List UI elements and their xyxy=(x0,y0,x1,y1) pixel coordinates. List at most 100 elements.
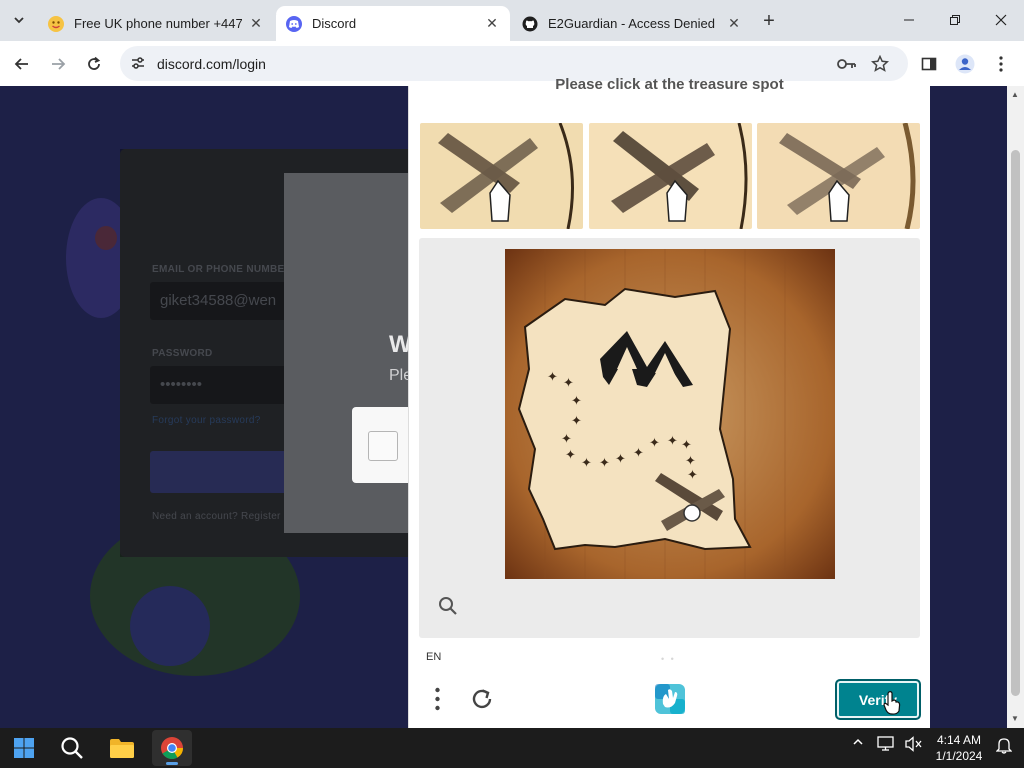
svg-text:✦: ✦ xyxy=(649,436,660,451)
scroll-up-icon[interactable]: ▲ xyxy=(1011,90,1019,99)
chevron-down-icon xyxy=(14,17,24,24)
clock-date: 1/1/2024 xyxy=(935,749,983,763)
tab-strip: Free UK phone number +4478 ✕ Discord ✕ E… xyxy=(0,0,1024,41)
page-scrollbar[interactable]: ▲ ▼ xyxy=(1007,86,1024,728)
password-key-icon[interactable] xyxy=(836,53,858,75)
more-vert-icon xyxy=(999,56,1003,72)
url-text: discord.com/login xyxy=(157,56,266,72)
taskbar: 4:14 AM 1/1/2024 xyxy=(0,728,1024,768)
browser-menu-button[interactable] xyxy=(988,51,1014,77)
minimize-icon xyxy=(904,19,914,21)
svg-text:✦: ✦ xyxy=(599,456,610,471)
profile-button[interactable] xyxy=(952,51,978,77)
scroll-thumb[interactable] xyxy=(1011,150,1020,696)
new-tab-button[interactable]: + xyxy=(756,8,782,34)
scroll-down-icon[interactable]: ▼ xyxy=(1011,714,1019,723)
volume-muted-icon xyxy=(905,736,922,752)
svg-text:✦: ✦ xyxy=(571,414,582,429)
hcaptcha-widget xyxy=(352,407,414,483)
svg-text:✦: ✦ xyxy=(667,434,678,449)
svg-text:✦: ✦ xyxy=(565,448,576,463)
side-panel-icon xyxy=(921,57,937,71)
emoji-face-icon xyxy=(48,15,64,32)
forward-button[interactable] xyxy=(44,50,72,78)
discord-icon xyxy=(286,15,302,32)
minimize-button[interactable] xyxy=(886,0,932,40)
back-button[interactable] xyxy=(8,50,36,78)
tab-uk-phone[interactable]: Free UK phone number +4478 ✕ xyxy=(38,6,274,41)
github-icon xyxy=(522,16,538,32)
zoom-icon[interactable] xyxy=(437,595,459,617)
treasure-map-image[interactable]: ✦ ✦ ✦ ✦ ✦ ✦ ✦ ✦ ✦ ✦ ✦ ✦ ✦ ✦ ✦ xyxy=(505,249,835,579)
arrow-left-icon xyxy=(14,58,28,70)
captcha-prompt: Please click at the treasure spot xyxy=(555,76,784,93)
folder-icon xyxy=(110,739,134,758)
svg-text:✦: ✦ xyxy=(581,456,592,471)
captcha-menu-button[interactable] xyxy=(427,684,447,714)
side-panel-button[interactable] xyxy=(916,51,942,77)
bell-icon xyxy=(996,738,1012,754)
svg-text:✦: ✦ xyxy=(615,452,626,467)
volume-button[interactable] xyxy=(904,736,924,752)
hand-cursor-icon xyxy=(883,691,901,715)
restore-icon xyxy=(950,15,960,25)
clock[interactable]: 4:14 AM 1/1/2024 xyxy=(924,732,994,764)
show-hidden-icons-button[interactable] xyxy=(850,736,866,748)
windows-icon xyxy=(14,738,34,758)
more-vert-icon xyxy=(434,687,440,711)
captcha-task-area: ✦ ✦ ✦ ✦ ✦ ✦ ✦ ✦ ✦ ✦ ✦ ✦ ✦ ✦ ✦ xyxy=(419,238,920,638)
svg-text:✦: ✦ xyxy=(687,468,698,483)
example-image-1 xyxy=(420,123,583,229)
verify-button[interactable]: Verify xyxy=(835,679,921,720)
close-window-button[interactable] xyxy=(978,0,1024,40)
restore-button[interactable] xyxy=(932,0,978,40)
reload-button[interactable] xyxy=(80,50,108,78)
close-tab-icon[interactable]: ✕ xyxy=(484,15,500,32)
site-info-icon[interactable] xyxy=(127,52,149,74)
decoration-blob xyxy=(95,226,117,250)
language-selector[interactable]: EN xyxy=(426,651,441,663)
chrome-icon xyxy=(161,737,183,759)
tab-e2guardian[interactable]: E2Guardian - Access Denied ✕ xyxy=(512,6,752,41)
network-button[interactable] xyxy=(876,736,896,752)
svg-text:✦: ✦ xyxy=(571,394,582,409)
arrow-right-icon xyxy=(52,58,66,70)
close-icon xyxy=(995,14,1007,26)
refresh-icon xyxy=(472,689,492,709)
tab-title: E2Guardian - Access Denied xyxy=(548,16,715,31)
svg-text:✦: ✦ xyxy=(633,446,644,461)
clock-time: 4:14 AM xyxy=(936,733,982,747)
svg-text:✦: ✦ xyxy=(547,370,558,385)
example-image-3 xyxy=(757,123,920,229)
chrome-taskbar-button[interactable] xyxy=(152,730,192,766)
refresh-challenge-button[interactable] xyxy=(467,684,497,714)
tab-search-button[interactable] xyxy=(6,8,32,32)
plus-icon: + xyxy=(763,9,775,32)
tab-title: Discord xyxy=(312,16,357,31)
tab-title: Free UK phone number +4478 xyxy=(74,16,242,31)
notifications-button[interactable] xyxy=(994,736,1014,754)
reload-icon xyxy=(88,56,101,70)
chevron-up-icon xyxy=(853,738,863,745)
captcha-challenge: Please click at the treasure spot ✦ ✦ ✦ … xyxy=(408,76,930,728)
svg-text:✦: ✦ xyxy=(563,376,574,391)
example-image-2 xyxy=(589,123,752,229)
start-button[interactable] xyxy=(4,730,44,766)
tab-discord[interactable]: Discord ✕ xyxy=(276,6,510,41)
active-indicator xyxy=(166,762,178,765)
close-tab-icon[interactable]: ✕ xyxy=(726,15,742,32)
svg-text:✦: ✦ xyxy=(685,454,696,469)
avatar-icon xyxy=(955,54,975,74)
close-tab-icon[interactable]: ✕ xyxy=(248,15,264,32)
search-button[interactable] xyxy=(52,730,92,766)
svg-text:✦: ✦ xyxy=(681,438,692,453)
file-explorer-button[interactable] xyxy=(102,730,142,766)
hcaptcha-logo-icon[interactable] xyxy=(653,682,687,716)
svg-text:✦: ✦ xyxy=(561,432,572,447)
hcaptcha-checkbox[interactable] xyxy=(368,431,398,461)
bookmark-star-icon[interactable] xyxy=(869,53,891,75)
decoration-blob xyxy=(130,586,210,666)
network-icon xyxy=(877,736,894,751)
page-indicator: • • xyxy=(661,654,676,664)
search-icon xyxy=(61,737,83,759)
